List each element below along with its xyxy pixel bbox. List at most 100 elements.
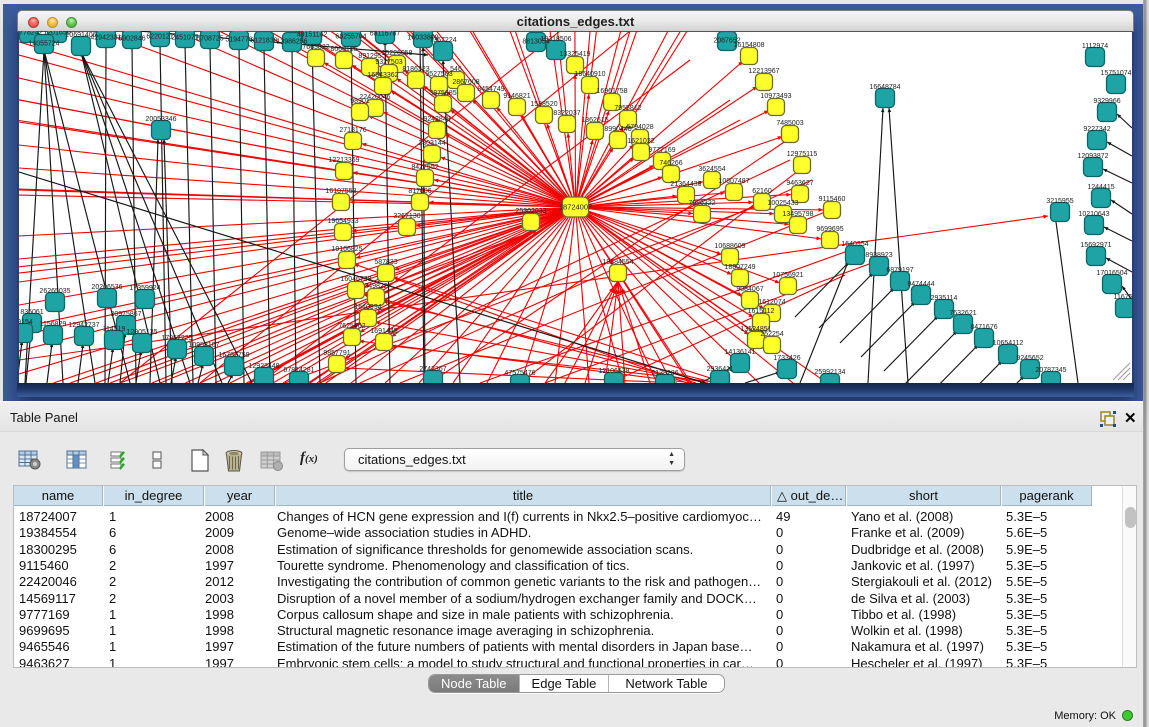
svg-text:9245652: 9245652 <box>1016 355 1043 362</box>
svg-text:2867608: 2867608 <box>452 79 479 86</box>
svg-text:6794028: 6794028 <box>626 124 653 131</box>
svg-text:1112974: 1112974 <box>1082 43 1108 50</box>
svg-text:10973493: 10973493 <box>760 93 791 100</box>
svg-text:62160: 62160 <box>752 188 772 195</box>
svg-text:7955812: 7955812 <box>614 105 641 112</box>
svg-text:9463627: 9463627 <box>786 180 813 187</box>
svg-text:20787345: 20787345 <box>1035 367 1066 374</box>
svg-text:9146821: 9146821 <box>503 93 530 100</box>
svg-text:14055724: 14055724 <box>28 41 59 48</box>
svg-text:3778242: 3778242 <box>19 31 43 37</box>
svg-text:10025433: 10025433 <box>767 200 798 207</box>
svg-text:42942331: 42942331 <box>90 35 121 42</box>
svg-text:835061: 835061 <box>20 309 43 316</box>
svg-text:25992134: 25992134 <box>814 369 845 376</box>
svg-text:1733426: 1733426 <box>773 355 800 362</box>
svg-text:349822: 349822 <box>364 283 387 290</box>
svg-text:114519: 114519 <box>103 326 126 333</box>
svg-text:12923448: 12923448 <box>248 363 279 370</box>
svg-text:2803144: 2803144 <box>418 140 445 147</box>
svg-text:3267130: 3267130 <box>393 213 420 220</box>
svg-text:17016504: 17016504 <box>1096 270 1127 277</box>
svg-text:15751074: 15751074 <box>1100 70 1131 77</box>
svg-text:1640954: 1640954 <box>841 241 868 248</box>
svg-text:15692971: 15692971 <box>1080 242 1111 249</box>
svg-text:8471676: 8471676 <box>970 324 997 331</box>
svg-text:9329966: 9329966 <box>1093 98 1120 105</box>
svg-text:7663822: 7663822 <box>302 44 329 51</box>
svg-text:17957225: 17957225 <box>161 335 192 342</box>
svg-text:9857791: 9857791 <box>323 350 350 357</box>
svg-text:116753: 116753 <box>1114 294 1132 301</box>
svg-text:817006: 817006 <box>408 188 431 195</box>
svg-text:12942737: 12942737 <box>68 322 99 329</box>
svg-text:2718176: 2718176 <box>339 127 366 134</box>
svg-text:19166825: 19166825 <box>331 246 362 253</box>
svg-text:10654112: 10654112 <box>993 340 1024 347</box>
svg-text:12213967: 12213967 <box>748 68 779 75</box>
svg-text:68116787: 68116787 <box>370 31 401 38</box>
svg-text:9242848: 9242848 <box>423 116 450 123</box>
svg-text:8454749: 8454749 <box>477 86 504 93</box>
svg-text:7485003: 7485003 <box>776 120 803 127</box>
svg-text:3624554: 3624554 <box>698 166 725 173</box>
svg-text:14136141: 14136141 <box>724 349 755 356</box>
svg-text:19218506: 19218506 <box>540 36 571 43</box>
svg-text:17359924: 17359924 <box>129 285 160 292</box>
svg-text:9327503: 9327503 <box>375 59 402 66</box>
svg-text:5194776: 5194776 <box>225 37 252 44</box>
svg-text:6902846: 6902846 <box>118 36 145 43</box>
svg-text:2138286: 2138286 <box>651 370 678 377</box>
svg-text:6121838: 6121838 <box>250 38 277 45</box>
svg-text:26265035: 26265035 <box>39 288 70 295</box>
svg-text:25302033: 25302033 <box>515 208 546 215</box>
svg-text:10688609: 10688609 <box>714 243 745 250</box>
svg-text:49151142: 49151142 <box>297 32 328 39</box>
svg-text:1691445: 1691445 <box>370 328 397 335</box>
svg-text:18807249: 18807249 <box>724 264 755 271</box>
svg-text:2936411: 2936411 <box>707 366 734 373</box>
svg-text:9227342: 9227342 <box>1083 126 1110 133</box>
svg-text:10807487: 10807487 <box>718 178 749 185</box>
svg-text:16648784: 16648784 <box>869 84 900 91</box>
svg-text:12106538: 12106538 <box>598 368 629 375</box>
svg-text:9084067: 9084067 <box>736 286 763 293</box>
svg-text:6879197: 6879197 <box>886 267 913 274</box>
svg-text:6220121: 6220121 <box>146 34 173 41</box>
svg-text:8322037: 8322037 <box>553 110 580 117</box>
svg-text:18640910: 18640910 <box>574 71 605 78</box>
svg-text:7625402: 7625402 <box>338 323 365 330</box>
svg-text:9474444: 9474444 <box>907 281 934 288</box>
svg-text:546: 546 <box>450 66 462 73</box>
svg-text:1244415: 1244415 <box>1087 184 1114 191</box>
svg-text:7986322: 7986322 <box>688 200 715 207</box>
svg-text:16107553: 16107553 <box>325 188 356 195</box>
svg-text:47575476: 47575476 <box>504 370 535 377</box>
svg-text:1362615: 1362615 <box>581 117 608 124</box>
svg-text:1156829: 1156829 <box>40 321 67 328</box>
svg-text:19384554: 19384554 <box>602 259 633 266</box>
svg-text:1615112: 1615112 <box>748 308 775 315</box>
svg-text:13495798: 13495798 <box>782 211 813 218</box>
svg-text:13325419: 13325419 <box>559 51 590 58</box>
svg-text:1621022: 1621022 <box>627 138 654 145</box>
svg-text:252254: 252254 <box>760 331 783 338</box>
svg-text:2935114: 2935114 <box>931 295 958 302</box>
svg-text:18724007: 18724007 <box>559 203 592 212</box>
svg-text:12093872: 12093872 <box>1077 153 1108 160</box>
svg-text:39154: 39154 <box>19 319 33 326</box>
svg-text:20053346: 20053346 <box>145 116 176 123</box>
svg-text:3875685: 3875685 <box>429 90 456 97</box>
svg-text:6708725: 6708725 <box>196 36 223 43</box>
svg-text:10756921: 10756921 <box>772 272 803 279</box>
svg-text:8427552: 8427552 <box>411 164 438 171</box>
svg-text:9699695: 9699695 <box>816 226 843 233</box>
svg-text:2451077: 2451077 <box>171 35 198 42</box>
svg-text:30975867: 30975867 <box>110 311 141 318</box>
svg-text:12213369: 12213369 <box>328 157 359 164</box>
svg-text:20206536: 20206536 <box>91 284 122 291</box>
svg-text:67814281: 67814281 <box>283 367 314 374</box>
svg-text:68255704: 68255704 <box>335 34 366 41</box>
svg-text:16046738: 16046738 <box>340 276 371 283</box>
svg-text:8938923: 8938923 <box>865 252 892 259</box>
